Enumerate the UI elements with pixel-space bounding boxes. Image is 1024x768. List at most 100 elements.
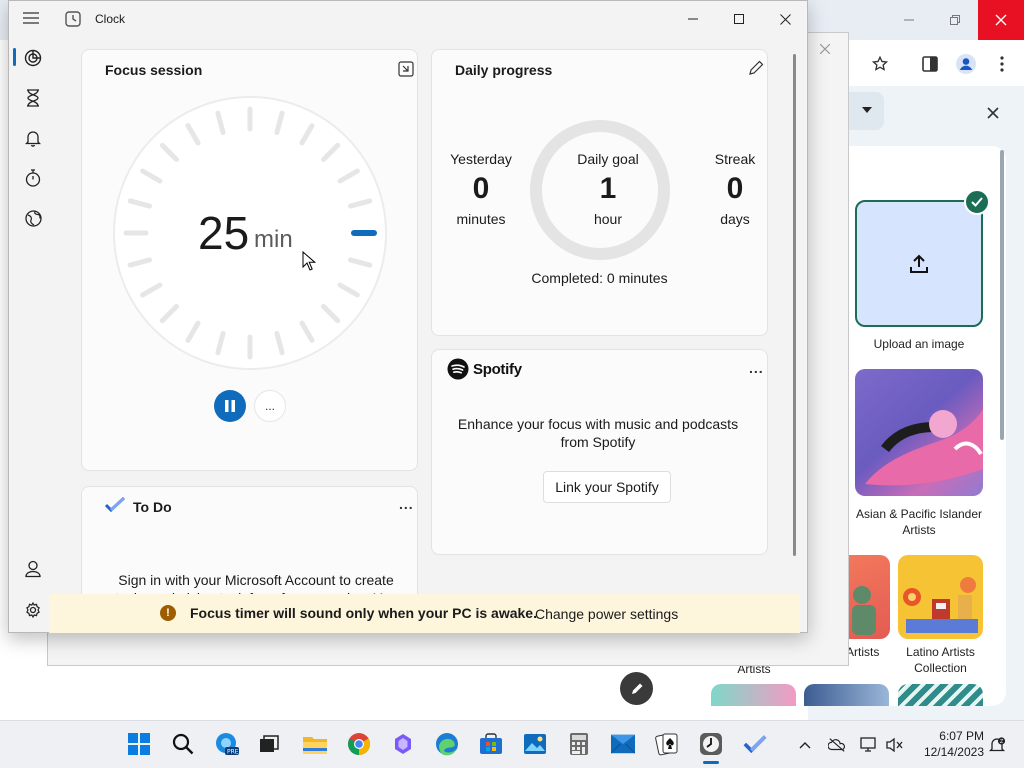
- todo-signin-text: Sign in with your Microsoft Account to c…: [115, 572, 397, 595]
- browser-minimize-button[interactable]: [886, 0, 932, 40]
- tile-latino-artists-collection[interactable]: [898, 555, 983, 639]
- yesterday-value: 0: [472, 172, 490, 205]
- focus-minutes-value: 25: [198, 207, 250, 259]
- browser-close-button[interactable]: [978, 0, 1024, 40]
- chevron-up-icon[interactable]: [796, 736, 814, 754]
- selected-check-icon: [964, 189, 990, 215]
- gear-icon: [26, 602, 40, 618]
- clock-date[interactable]: 12/14/2023: [918, 745, 984, 759]
- mail-icon[interactable]: [611, 732, 635, 756]
- todo-taskbar-icon[interactable]: [743, 732, 767, 756]
- calculator-icon[interactable]: [567, 732, 591, 756]
- minimize-button[interactable]: [673, 5, 713, 33]
- bookmark-star-icon[interactable]: [868, 52, 892, 76]
- pencil-icon: [631, 683, 642, 694]
- close-button[interactable]: [765, 5, 805, 33]
- close-icon: [779, 13, 791, 25]
- focus-session-title: Focus session: [105, 62, 203, 78]
- spotify-wordmark: Spotify: [473, 360, 522, 378]
- tile-row4-b[interactable]: [804, 684, 889, 706]
- photos-icon[interactable]: [523, 732, 547, 756]
- pencil-icon: [749, 60, 764, 75]
- minimize-icon: [688, 18, 698, 20]
- tile-asian-label: Asian & Pacific Islander Artists: [855, 507, 983, 537]
- browser-restore-button[interactable]: [932, 0, 978, 40]
- tile-row4-c[interactable]: [898, 684, 983, 706]
- onedrive-offline-icon[interactable]: [828, 736, 846, 754]
- nav-settings[interactable]: [20, 597, 46, 623]
- store-icon[interactable]: [479, 732, 503, 756]
- clock-time[interactable]: 6:07 PM: [918, 729, 984, 743]
- person-icon: [25, 560, 41, 578]
- nav-active-indicator: [13, 48, 16, 66]
- focus-minutes-unit: min: [254, 226, 293, 253]
- nav-world-clock[interactable]: [20, 205, 46, 231]
- upload-image-tile[interactable]: [855, 200, 983, 327]
- side-panel-scrollbar[interactable]: [1000, 150, 1004, 440]
- notification-icon[interactable]: Z: [988, 736, 1006, 754]
- upload-image-label: Upload an image: [873, 337, 965, 351]
- side-panel-icon[interactable]: [918, 52, 942, 76]
- yesterday-label: Yesterday: [450, 151, 512, 167]
- focus-more-button[interactable]: ...: [254, 390, 286, 422]
- nav-account[interactable]: [20, 556, 46, 582]
- tile-asian-pacific-islander-artists[interactable]: [855, 369, 983, 496]
- warning-icon: !: [160, 605, 176, 621]
- file-explorer-icon[interactable]: [303, 732, 327, 756]
- task-view-icon[interactable]: [257, 732, 281, 756]
- copilot-icon[interactable]: [391, 732, 415, 756]
- edge-pre-icon[interactable]: PRE: [215, 732, 239, 756]
- active-app-indicator: [703, 761, 719, 764]
- hourglass-icon: [27, 89, 39, 107]
- artwork-image: [852, 586, 876, 635]
- change-power-settings-link[interactable]: Change power settings: [535, 606, 678, 622]
- restore-icon: [950, 15, 960, 25]
- nav-timer[interactable]: [20, 85, 46, 111]
- tile-partial-artists[interactable]: [848, 555, 890, 639]
- spotify-logo: Spotify: [447, 358, 522, 380]
- nav-alarm[interactable]: [20, 125, 46, 151]
- tile-row4-a[interactable]: [711, 684, 796, 706]
- profile-avatar-icon[interactable]: [954, 52, 978, 76]
- volume-muted-icon[interactable]: [886, 736, 904, 754]
- maximize-icon: [734, 14, 744, 24]
- edit-button[interactable]: [620, 672, 653, 705]
- daily-progress-title: Daily progress: [455, 62, 553, 78]
- upload-icon: [910, 254, 928, 273]
- clock-scrollbar[interactable]: [793, 54, 796, 556]
- todo-more-button[interactable]: ...: [399, 496, 414, 512]
- clock-titlebar[interactable]: Clock: [9, 1, 807, 37]
- nav-focus-sessions[interactable]: [20, 45, 46, 71]
- minimize-icon: [904, 19, 914, 21]
- chrome-icon[interactable]: [347, 732, 371, 756]
- search-icon[interactable]: [171, 732, 195, 756]
- side-panel-close-button[interactable]: [982, 102, 1004, 124]
- edge-icon[interactable]: [435, 732, 459, 756]
- focus-icon: [24, 49, 42, 67]
- clock-app-icon: [65, 11, 81, 27]
- streak-unit: days: [720, 211, 750, 227]
- solitaire-icon[interactable]: [655, 732, 679, 756]
- maximize-button[interactable]: [719, 5, 759, 33]
- spotify-more-button[interactable]: ...: [749, 360, 764, 376]
- daily-goal-unit: hour: [593, 211, 623, 227]
- edit-goal-button[interactable]: [748, 60, 766, 78]
- pause-button[interactable]: [214, 390, 246, 422]
- start-icon[interactable]: [127, 732, 151, 756]
- notice-message: Focus timer will sound only when your PC…: [190, 605, 537, 621]
- link-spotify-button[interactable]: Link your Spotify: [543, 471, 671, 503]
- svg-text:PRE: PRE: [227, 749, 239, 756]
- network-icon[interactable]: [860, 736, 878, 754]
- bell-icon: [25, 131, 41, 147]
- close-icon: [987, 107, 999, 119]
- nav-stopwatch[interactable]: [20, 165, 46, 191]
- clock-taskbar-icon[interactable]: [699, 732, 723, 756]
- focus-dial[interactable]: [112, 95, 388, 371]
- app-title: Clock: [95, 12, 126, 26]
- stopwatch-icon: [25, 169, 41, 187]
- hamburger-menu-icon[interactable]: [23, 11, 43, 27]
- background-window-close-icon[interactable]: [816, 40, 834, 58]
- compact-overlay-button[interactable]: [398, 61, 416, 79]
- tile-latino-label: Latino Artists Collection: [906, 645, 975, 675]
- more-menu-icon[interactable]: [990, 52, 1014, 76]
